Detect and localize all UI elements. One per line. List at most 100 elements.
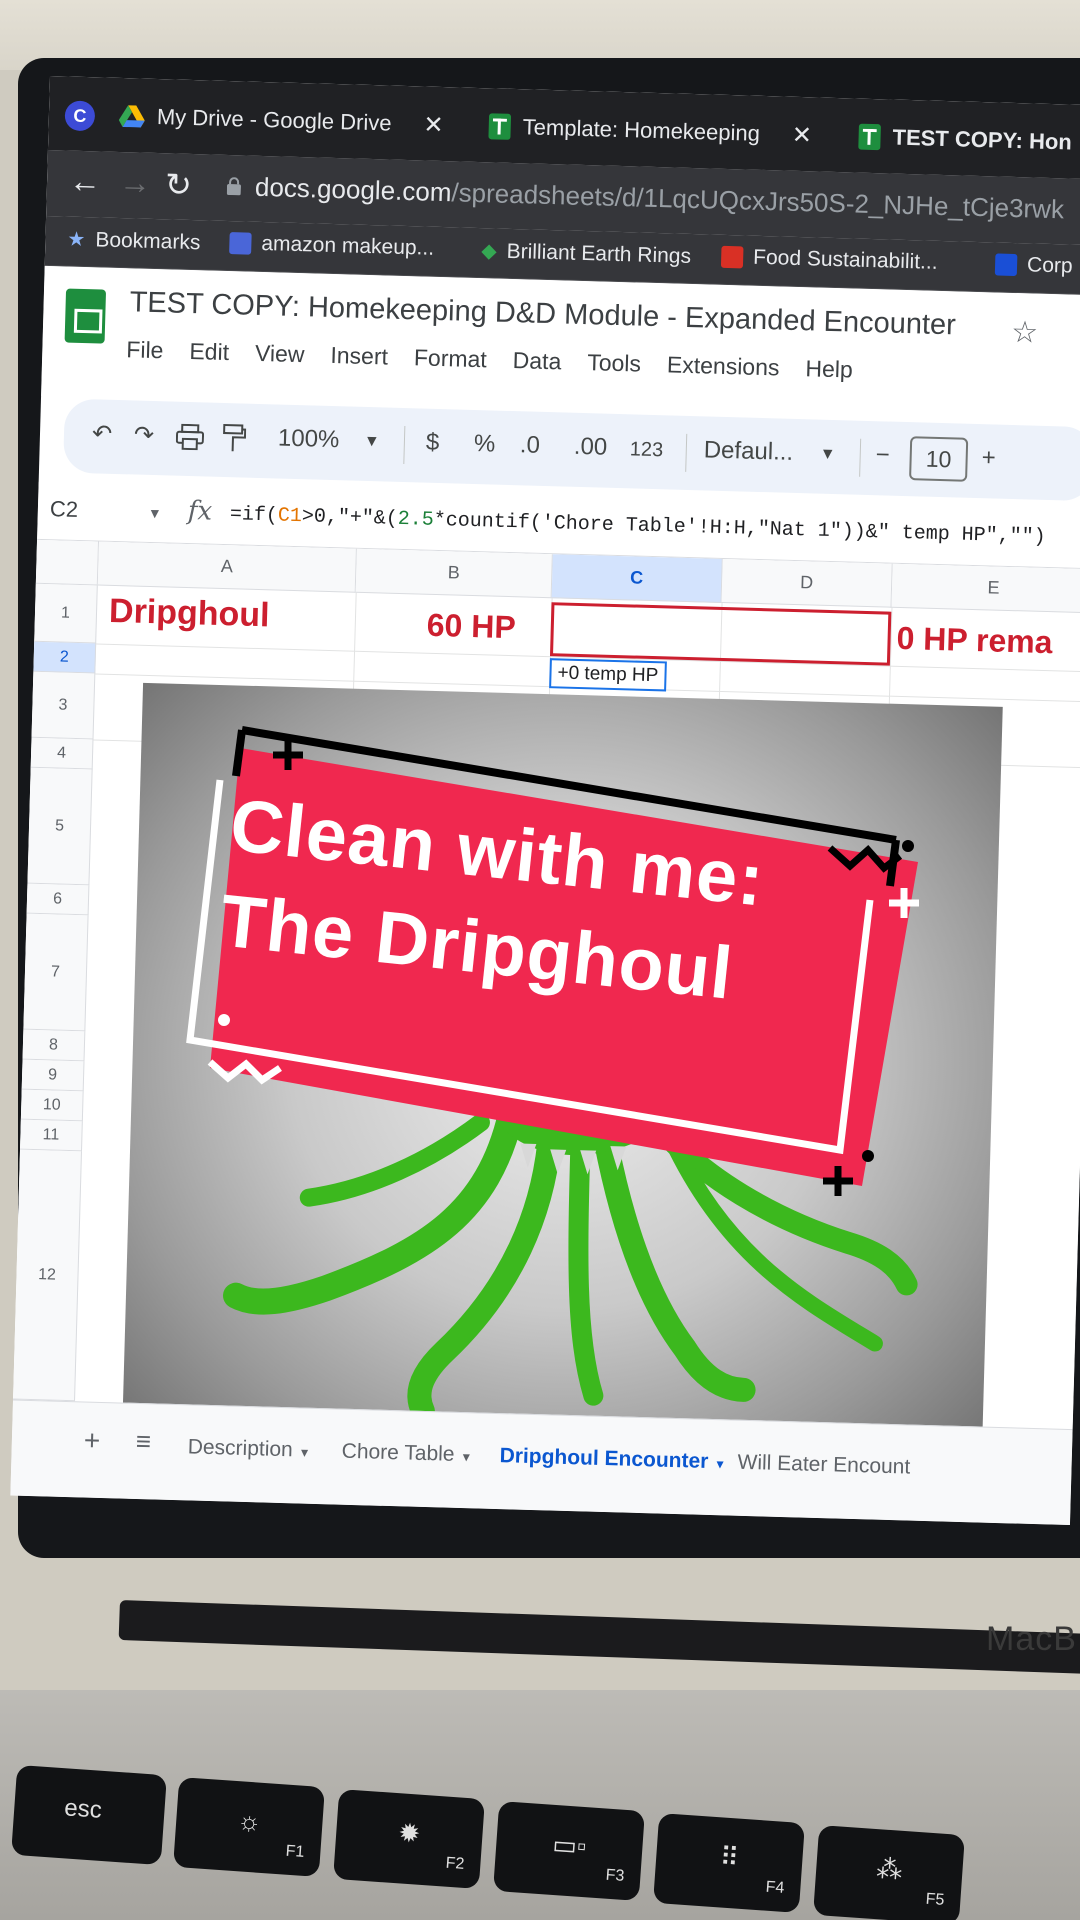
toolbar-divider (859, 438, 862, 477)
cell-a1-monster-name[interactable]: Dripghoul (109, 592, 271, 635)
diamond-favicon-icon: ◆ (480, 240, 497, 263)
cell-b1-hp[interactable]: 60 HP (426, 607, 516, 646)
column-header-e[interactable]: E (891, 563, 1080, 614)
chevron-down-icon[interactable]: ▼ (364, 433, 380, 451)
brightness-up-icon: ✹ (397, 1817, 422, 1849)
url-host: docs.google.com (254, 171, 452, 208)
bookmark-food-sustainability[interactable]: Food Sustainabilit... (720, 245, 938, 275)
row-header-12[interactable]: 12 (13, 1149, 82, 1402)
zoom-select[interactable]: 100% (278, 425, 340, 455)
url-field[interactable]: docs.google.com/spreadsheets/d/1LqcUQcxJ… (255, 172, 1065, 226)
back-arrow-icon[interactable]: ← (69, 163, 102, 201)
formula-input[interactable]: =if(C1>0,"+"&(2.5*countif('Chore Table'!… (230, 503, 1046, 549)
row-header-5[interactable]: 5 (27, 767, 93, 886)
add-sheet-icon[interactable]: + (83, 1424, 100, 1456)
row-header-3[interactable]: 3 (31, 671, 96, 740)
key-f2[interactable]: ✹ F2 (333, 1789, 485, 1889)
chevron-down-icon: ▼ (460, 1449, 473, 1465)
select-all-corner[interactable] (35, 539, 100, 586)
menu-format[interactable]: Format (414, 344, 488, 373)
row-header-7[interactable]: 7 (23, 913, 89, 1032)
reload-icon[interactable]: ↻ (164, 165, 193, 204)
menu-data[interactable]: Data (512, 347, 561, 375)
close-icon[interactable]: ✕ (423, 110, 444, 140)
cell-c1-merged[interactable] (549, 602, 892, 666)
sheet-tab-dripghoul-encounter[interactable]: Dripghoul Encounter ▼ (499, 1444, 726, 1474)
close-icon[interactable]: ✕ (791, 120, 813, 150)
bookmark-favicon (229, 232, 252, 255)
toolbar-divider (685, 433, 688, 472)
bookmark-label: Food Sustainabilit... (752, 245, 938, 274)
redo-icon[interactable]: ↷ (134, 420, 155, 450)
key-esc[interactable]: esc (11, 1764, 167, 1866)
row-header-2[interactable]: 2 (33, 641, 97, 674)
star-icon[interactable]: ☆ (1011, 315, 1039, 351)
all-sheets-menu-icon[interactable]: ≡ (135, 1426, 152, 1457)
percent-format-button[interactable]: % (473, 430, 496, 459)
bookmark-label: Bookmarks (95, 227, 201, 254)
key-label: F2 (445, 1854, 465, 1873)
row-header-4[interactable]: 4 (30, 737, 94, 770)
menu-view[interactable]: View (255, 340, 305, 368)
column-header-b[interactable]: B (355, 548, 553, 599)
menu-help[interactable]: Help (805, 355, 853, 383)
font-size-increase-button[interactable]: + (981, 444, 996, 472)
column-header-c[interactable]: C (551, 554, 723, 603)
menu-tools[interactable]: Tools (587, 349, 641, 377)
chevron-down-icon[interactable]: ▼ (819, 446, 836, 464)
bookmark-corp[interactable]: Corp (994, 252, 1073, 278)
undo-icon[interactable]: ↶ (92, 419, 113, 449)
menu-insert[interactable]: Insert (330, 342, 388, 371)
increase-decimal-button[interactable]: .00 (573, 433, 607, 462)
sheet-tab-will-eater-encounter[interactable]: Will Eater Encount (737, 1451, 910, 1480)
row-header-6[interactable]: 6 (26, 883, 90, 916)
currency-format-button[interactable]: $ (426, 429, 440, 457)
column-header-d[interactable]: D (721, 558, 893, 608)
star-icon: ★ (67, 228, 86, 252)
key-label: F5 (925, 1890, 945, 1909)
tab-template-homekeeping[interactable]: Template: Homekeeping ✕ (488, 102, 813, 159)
menu-edit[interactable]: Edit (189, 338, 229, 366)
key-f4[interactable]: ⠿ F4 (653, 1813, 805, 1913)
number-format-button[interactable]: 123 (629, 438, 663, 462)
key-f3[interactable]: ▭▫ F3 (493, 1801, 645, 1901)
menu-extensions[interactable]: Extensions (667, 351, 780, 381)
bookmark-bookmarks[interactable]: ★ Bookmarks (67, 227, 201, 256)
row-header-8[interactable]: 8 (22, 1029, 86, 1062)
formula-part: =if( (229, 503, 279, 528)
font-select[interactable]: Defaul... (703, 436, 793, 466)
bookmark-amazon-makeup[interactable]: amazon makeup... (229, 231, 434, 261)
font-size-input[interactable]: 10 (909, 436, 969, 482)
column-header-a[interactable]: A (97, 541, 357, 593)
tab-label: My Drive - Google Drive (156, 104, 392, 136)
key-f1[interactable]: ☼ F1 (173, 1777, 325, 1877)
print-icon[interactable] (175, 423, 205, 451)
bookmark-brilliant-earth[interactable]: ◆ Brilliant Earth Rings (481, 238, 691, 269)
row-header-1[interactable]: 1 (34, 583, 98, 644)
bookmark-label: Corp (1026, 253, 1073, 278)
paint-format-icon[interactable] (222, 423, 247, 454)
tab-my-drive[interactable]: My Drive - Google Drive ✕ (118, 92, 444, 149)
sheet-tab-chore-table[interactable]: Chore Table ▼ (341, 1440, 472, 1468)
bookmark-favicon (994, 253, 1018, 277)
font-size-decrease-button[interactable]: − (875, 441, 890, 469)
tab-test-copy[interactable]: TEST COPY: Hon (858, 113, 1073, 167)
sheet-tab-description[interactable]: Description ▼ (187, 1435, 310, 1462)
document-title[interactable]: TEST COPY: Homekeeping D&D Module - Expa… (129, 286, 956, 342)
decrease-decimal-button[interactable]: .0 (519, 431, 541, 460)
chevron-down-icon[interactable]: ▼ (148, 505, 162, 521)
profile-icon[interactable]: C (64, 100, 96, 132)
row-header-11[interactable]: 11 (20, 1119, 83, 1152)
name-box[interactable]: C2 (50, 496, 79, 523)
row-header-9[interactable]: 9 (21, 1059, 85, 1092)
bookmark-favicon (720, 245, 744, 269)
row-header-10[interactable]: 10 (20, 1089, 84, 1122)
laptop-screen: C My Drive - Google Drive ✕ Template: Ho… (10, 76, 1080, 1526)
cell-c2-value[interactable]: +0 temp HP (549, 658, 667, 692)
key-f5[interactable]: ⁂ F5 (813, 1825, 965, 1920)
laptop-keyboard-deck: esc ☼ F1 ✹ F2 ▭▫ F3 ⠿ F4 ⁂ F5 (0, 1690, 1080, 1920)
cell-e1-hp-remaining[interactable]: 0 HP rema (896, 620, 1053, 661)
sheets-logo-icon[interactable] (64, 288, 107, 344)
forward-arrow-icon[interactable]: → (119, 164, 152, 202)
menu-file[interactable]: File (126, 336, 164, 364)
